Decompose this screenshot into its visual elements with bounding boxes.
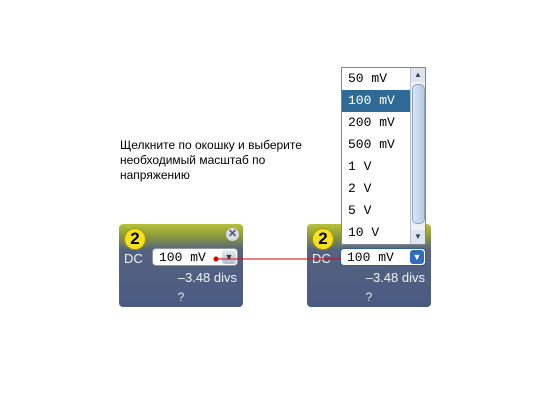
connector-line [213,256,341,262]
connector-dot [213,256,219,262]
